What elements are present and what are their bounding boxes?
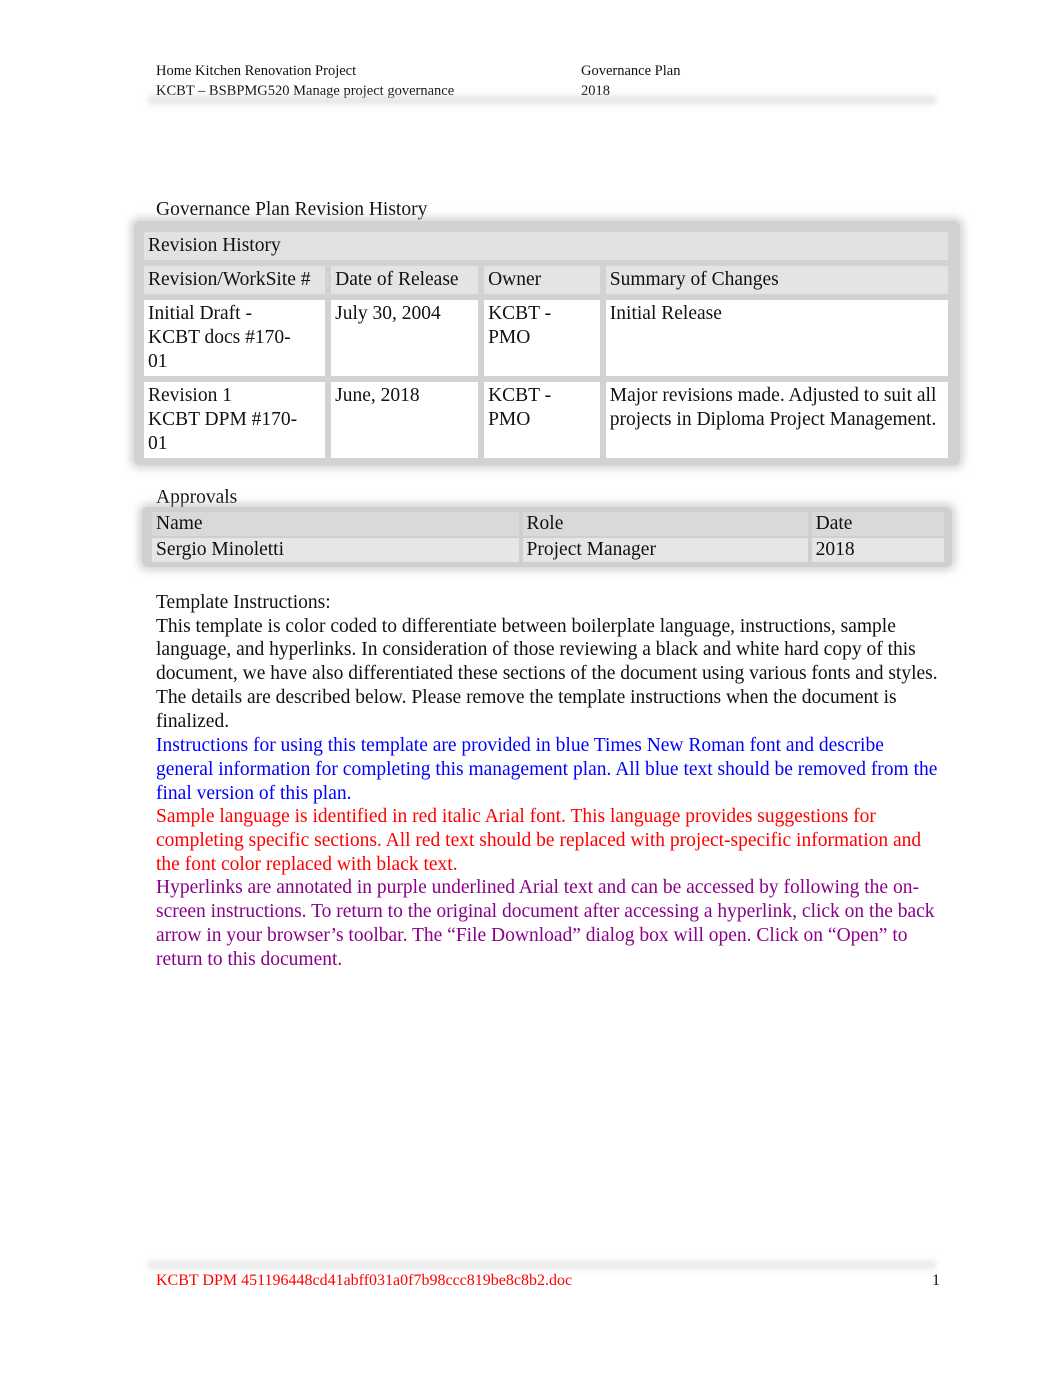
column-header-date: Date of Release: [331, 266, 479, 294]
footer-divider: [148, 1258, 936, 1272]
revision-history-heading: Governance Plan Revision History: [156, 199, 428, 220]
date-cell: June, 2018: [331, 382, 479, 458]
column-header-owner: Owner: [484, 266, 600, 294]
approvals-table: Name Role Date Sergio Minoletti Project …: [148, 510, 948, 564]
revision-cell: Revision 1 KCBT DPM #170- 01: [144, 382, 326, 458]
template-instructions: Template Instructions: This template is …: [156, 591, 946, 971]
date-cell: July 30, 2004: [331, 300, 479, 376]
table-row: Sergio Minoletti Project Manager 2018: [152, 538, 944, 562]
header-divider: [148, 93, 936, 107]
table-row: Initial Draft - KCBT docs #170- 01 July …: [144, 300, 948, 376]
table-row: Revision 1 KCBT DPM #170- 01 June, 2018 …: [144, 382, 948, 458]
revision-cell: Initial Draft - KCBT docs #170- 01: [144, 300, 326, 376]
revision-table-title: Revision History: [144, 232, 948, 260]
owner-cell: KCBT - PMO: [484, 300, 600, 376]
header-doc-type: Governance Plan: [581, 63, 681, 79]
column-header-name: Name: [152, 512, 519, 536]
revision-cell-line: Revision 1: [148, 385, 232, 406]
page-number: 1: [932, 1272, 940, 1289]
instructions-red-text: Sample language is identified in red ita…: [156, 806, 922, 875]
instructions-title: Template Instructions:: [156, 592, 331, 613]
footer-doc-name: KCBT DPM 451196448cd41abff031a0f7b98ccc8…: [156, 1272, 573, 1289]
column-header-revision: Revision/WorkSite #: [144, 266, 326, 294]
revision-cell-line: KCBT DPM #170-: [148, 409, 298, 430]
summary-cell: Major revisions made. Adjusted to suit a…: [605, 382, 948, 458]
approval-date: 2018: [811, 538, 944, 562]
column-header-date: Date: [811, 512, 944, 536]
instructions-blue-text: Instructions for using this template are…: [156, 735, 938, 804]
revision-history-table: Revision History Revision/WorkSite # Dat…: [138, 226, 954, 464]
column-header-summary: Summary of Changes: [605, 266, 948, 294]
revision-cell-line: KCBT docs #170-: [148, 327, 291, 348]
owner-cell: KCBT - PMO: [484, 382, 600, 458]
header-project-name: Home Kitchen Renovation Project: [156, 63, 357, 79]
revision-cell-line: Initial Draft -: [148, 303, 252, 324]
column-header-role: Role: [522, 512, 808, 536]
approvals-header-row: Name Role Date: [152, 512, 944, 536]
revision-table-title-row: Revision History: [144, 232, 948, 260]
approver-name: Sergio Minoletti: [152, 538, 519, 562]
instructions-purple-text: Hyperlinks are annotated in purple under…: [156, 877, 935, 970]
instructions-intro: This template is color coded to differen…: [156, 615, 938, 732]
revision-cell-line: 01: [148, 351, 168, 372]
approver-role: Project Manager: [522, 538, 808, 562]
revision-table-header-row: Revision/WorkSite # Date of Release Owne…: [144, 266, 948, 294]
revision-cell-line: 01: [148, 433, 168, 454]
summary-cell: Initial Release: [605, 300, 948, 376]
